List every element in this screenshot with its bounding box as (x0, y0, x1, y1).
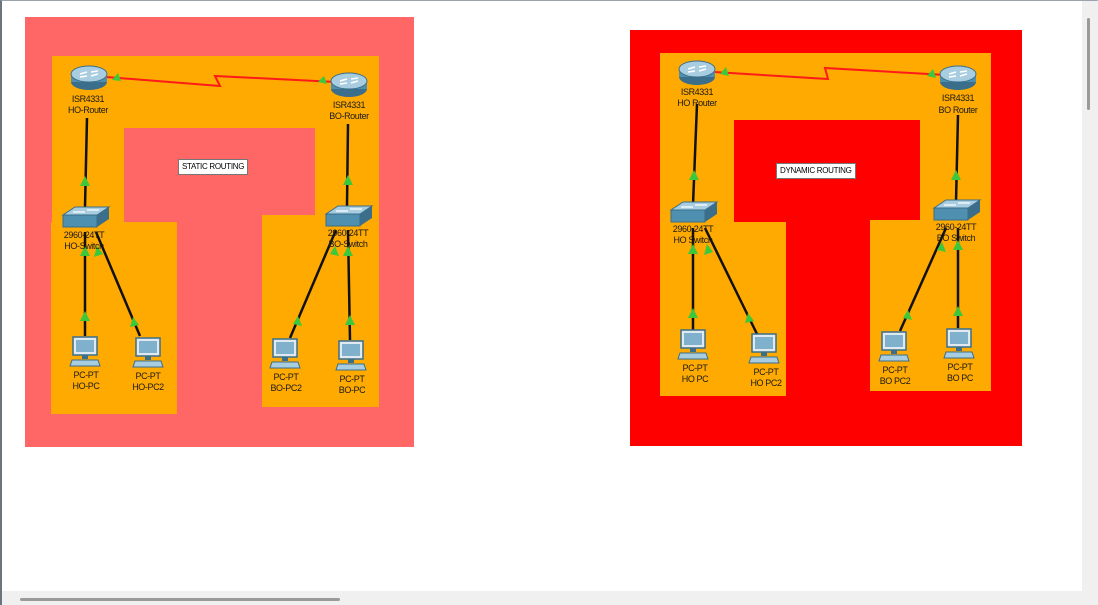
dynamic-bo-router-name: BO Router (938, 105, 978, 115)
vertical-scrollbar[interactable] (1082, 1, 1098, 591)
dynamic-ho-pc2[interactable] (748, 333, 780, 365)
horizontal-scrollbar-thumb[interactable] (20, 598, 340, 601)
static-bo-pc-model: PC-PT (339, 374, 365, 384)
dynamic-link-router-switch-ho[interactable] (691, 103, 699, 206)
static-ho-switch-model: 2960-24TT (63, 230, 105, 240)
static-bo-router-model: ISR4331 (332, 100, 366, 110)
dynamic-ho-router[interactable] (678, 58, 716, 88)
static-ho-pc[interactable] (69, 336, 101, 368)
static-ho-pc-model: PC-PT (73, 370, 99, 380)
dynamic-ho-router-name: HO Router (677, 98, 717, 108)
scrollbar-corner (1082, 591, 1098, 605)
static-ho-router-name: HO-Router (68, 105, 108, 115)
dynamic-ho-pc-model: PC-PT (682, 363, 708, 373)
static-routing-note[interactable]: STATIC ROUTING (178, 159, 249, 175)
dynamic-bo-pc-model: PC-PT (947, 362, 973, 372)
dynamic-serial-link[interactable] (713, 66, 947, 81)
vertical-scrollbar-thumb[interactable] (1087, 18, 1090, 110)
dynamic-bo-switch-name: BO Switch (936, 233, 976, 243)
pc-icon (69, 336, 101, 367)
pc-icon (878, 331, 910, 362)
dynamic-ho-switch-model: 2960-24TT (672, 224, 714, 234)
dynamic-ho-switch[interactable] (669, 201, 719, 223)
static-bo-switch-name: BO-Switch (328, 239, 368, 249)
pc-icon (132, 337, 164, 368)
static-bo-router[interactable] (330, 70, 368, 100)
static-ho-pc2[interactable] (132, 337, 164, 369)
router-icon (330, 72, 368, 97)
static-bo-pc2-model: PC-PT (273, 372, 299, 382)
static-ho-switch[interactable] (61, 206, 111, 228)
switch-icon (324, 205, 374, 227)
static-ho-pc-name: HO-PC (72, 381, 100, 391)
pc-icon (269, 338, 301, 369)
static-ho-pc2-name: HO-PC2 (132, 382, 164, 392)
static-bo-pc2-name: BO-PC2 (270, 383, 302, 393)
pc-icon (335, 340, 367, 371)
static-ho-pc2-model: PC-PT (135, 371, 161, 381)
dynamic-ho-router-model: ISR4331 (680, 87, 714, 97)
pc-icon (748, 333, 780, 364)
switch-icon (61, 206, 111, 228)
static-ho-switch-name: HO-Switch (64, 241, 104, 251)
switch-icon (932, 199, 982, 221)
static-link-router-switch-ho[interactable] (83, 117, 89, 208)
dynamic-bo-router-model: ISR4331 (941, 93, 975, 103)
static-bo-pc-name: BO-PC (338, 385, 366, 395)
dynamic-bo-pc[interactable] (943, 328, 975, 360)
link-status-indicators (80, 67, 963, 327)
static-bo-pc[interactable] (335, 340, 367, 372)
links-layer (80, 66, 963, 341)
static-ho-router[interactable] (70, 63, 108, 93)
static-bo-pc2[interactable] (269, 338, 301, 370)
dynamic-link-router-switch-bo[interactable] (954, 114, 960, 203)
static-bo-switch[interactable] (324, 205, 374, 227)
dynamic-bo-switch-model: 2960-24TT (935, 222, 977, 232)
static-link-router-switch-bo[interactable] (345, 123, 350, 207)
dynamic-bo-router[interactable] (939, 63, 977, 93)
static-bo-router-name: BO-Router (329, 111, 369, 121)
pc-icon (943, 328, 975, 359)
dynamic-routing-note[interactable]: DYNAMIC ROUTING (776, 163, 856, 179)
router-icon (678, 60, 716, 85)
dynamic-ho-pc2-name: HO PC2 (750, 378, 782, 388)
dynamic-ho-pc[interactable] (677, 329, 709, 361)
dynamic-ho-pc2-model: PC-PT (753, 367, 779, 377)
static-bo-switch-model: 2960-24TT (327, 228, 369, 238)
dynamic-bo-pc-name: BO PC (946, 373, 973, 383)
dynamic-bo-pc2-name: BO PC2 (879, 376, 911, 386)
dynamic-bo-pc2[interactable] (878, 331, 910, 363)
dynamic-ho-pc-name: HO PC (681, 374, 709, 384)
static-ho-router-model: ISR4331 (71, 94, 105, 104)
dynamic-ho-switch-name: HO Switch (673, 235, 713, 245)
pc-icon (677, 329, 709, 360)
router-icon (70, 65, 108, 90)
router-icon (939, 65, 977, 90)
static-serial-link[interactable] (105, 74, 337, 88)
switch-icon (669, 201, 719, 223)
dynamic-bo-pc2-model: PC-PT (882, 365, 908, 375)
dynamic-bo-switch[interactable] (932, 199, 982, 221)
